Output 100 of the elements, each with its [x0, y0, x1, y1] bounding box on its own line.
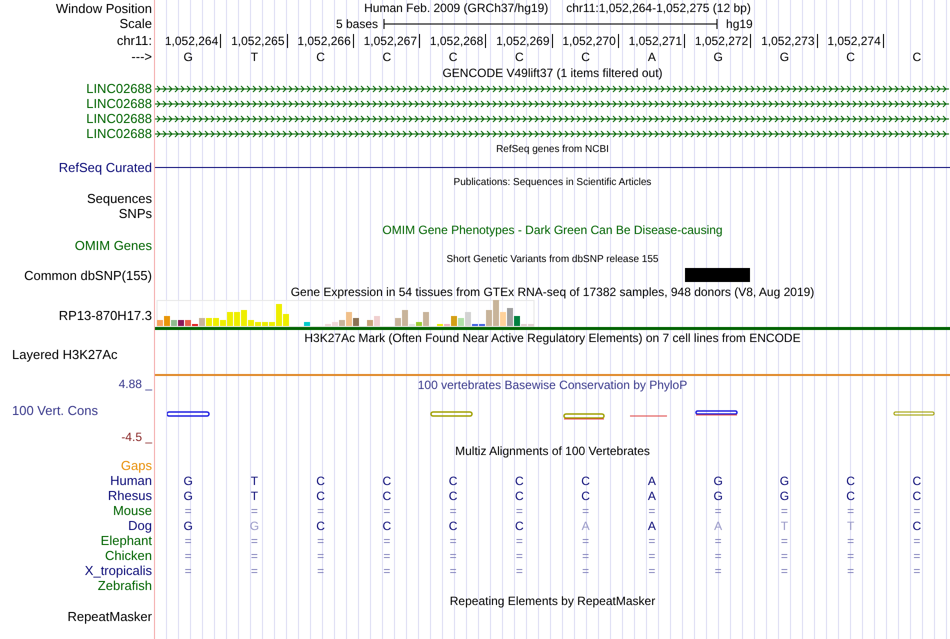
base-letter: C	[515, 518, 524, 532]
base-letter: C	[846, 50, 855, 64]
base-letter: G	[183, 50, 193, 64]
base-letter: =	[913, 504, 920, 518]
track-title: Publications: Sequences in Scientific Articles	[454, 176, 652, 190]
track-title: H3K27Ac Mark (Often Found Near Active Regulatory Elements) on 7 cell lines from ENCODE	[304, 331, 801, 345]
base-letter: T	[780, 518, 788, 532]
base-letter: =	[516, 534, 523, 548]
base-letter: =	[582, 504, 590, 518]
position-label: 1,052,272	[694, 34, 752, 48]
position-label: 1,052,264	[164, 34, 222, 48]
base-letter: =	[516, 504, 523, 518]
track-label[interactable]: Chicken	[105, 548, 152, 563]
track-label[interactable]: RP13-870H17.3	[58, 308, 152, 322]
base-letter: C	[448, 518, 458, 532]
position-range: chr11:1,052,264-1,052,275 (12 bp)	[566, 1, 751, 15]
track-label[interactable]: LINC02688	[86, 111, 152, 126]
base-letter: =	[383, 548, 390, 562]
track-label[interactable]: Sequences	[86, 191, 152, 206]
base-letter: =	[250, 548, 258, 562]
track-label[interactable]: Mouse	[112, 503, 152, 518]
track-label[interactable]: Zebrafish	[98, 578, 152, 593]
position-label: 1,052,274	[827, 34, 884, 48]
base-letter: G	[183, 518, 193, 532]
base-letter: A	[648, 474, 656, 488]
track-label[interactable]: Dog	[128, 518, 152, 533]
base-letter: =	[582, 534, 590, 548]
track-title: GENCODE V49lift37 (1 items filtered out)	[442, 66, 663, 80]
base-letter: A	[648, 518, 656, 532]
track-label[interactable]: LINC02688	[86, 81, 152, 96]
base-letter: =	[317, 548, 324, 562]
base-letter: =	[516, 548, 523, 562]
base-letter: =	[714, 548, 722, 562]
track-label[interactable]: chr11:	[116, 32, 152, 48]
position-label: 1,052,270	[562, 34, 619, 48]
base-letter: G	[780, 474, 790, 488]
track-label[interactable]: Layered H3K27Ac	[12, 347, 118, 362]
position-label: 1,052,269	[496, 34, 552, 48]
track-label[interactable]: OMIM Genes	[74, 238, 152, 252]
track-label[interactable]: LINC02688	[86, 96, 152, 111]
base-letter: =	[913, 564, 920, 578]
track-label[interactable]: RepeatMasker	[67, 609, 152, 624]
track-label[interactable]: Scale	[119, 16, 152, 31]
track-label[interactable]: LINC02688	[86, 126, 152, 141]
base-letter: T	[846, 518, 854, 532]
base-letter: =	[714, 504, 722, 518]
base-letter: =	[780, 504, 788, 518]
base-letter: =	[582, 548, 590, 562]
base-letter: C	[846, 488, 855, 502]
base-letter: C	[912, 50, 922, 64]
base-letter: =	[383, 534, 390, 548]
track-label[interactable]: Common dbSNP(155)	[24, 268, 152, 283]
base-letter: C	[515, 50, 524, 64]
track-label[interactable]: --->	[131, 49, 152, 64]
base-letter: =	[317, 504, 324, 518]
base-letter: C	[382, 474, 392, 488]
track-label[interactable]: Rhesus	[108, 488, 152, 503]
base-letter: =	[450, 564, 457, 578]
base-letter: =	[317, 564, 324, 578]
track-label[interactable]: Elephant	[100, 533, 152, 548]
base-letter: =	[648, 548, 656, 562]
track-label[interactable]: X_tropicalis	[84, 563, 152, 578]
base-letter: =	[450, 504, 457, 518]
base-letter: =	[913, 548, 920, 562]
base-letter: C	[382, 518, 392, 532]
position-label: 1,052,268	[430, 34, 486, 48]
axis-min-label: -4.5 _	[121, 430, 152, 444]
track-title: Short Genetic Variants from dbSNP release 155	[446, 253, 658, 267]
base-letter: C	[382, 50, 392, 64]
track-label[interactable]: 100 Vert. Cons	[0, 403, 98, 418]
variant-block	[685, 268, 750, 282]
base-letter: =	[847, 564, 854, 578]
base-letter: C	[316, 474, 325, 488]
base-letter: G	[183, 488, 193, 502]
base-letter: =	[184, 548, 192, 562]
track-label[interactable]: SNPs	[118, 206, 152, 221]
base-letter: =	[250, 564, 258, 578]
assembly-text: Human Feb. 2009 (GRCh37/hg19)	[364, 1, 548, 15]
track-label[interactable]: RefSeq Curated	[58, 160, 152, 174]
base-letter: =	[250, 534, 258, 548]
base-letter: =	[450, 548, 457, 562]
base-letter: C	[912, 518, 922, 532]
base-letter: A	[648, 488, 656, 502]
base-letter: G	[713, 50, 723, 64]
base-letter: C	[382, 488, 392, 502]
base-letter: =	[383, 564, 390, 578]
base-letter: C	[581, 474, 590, 488]
base-letter: C	[448, 488, 458, 502]
base-letter: =	[582, 564, 590, 578]
scale-label: 5 bases	[336, 16, 378, 30]
base-letter: C	[448, 50, 458, 64]
base-letter: C	[846, 474, 855, 488]
base-letter: C	[316, 50, 325, 64]
base-letter: A	[582, 518, 590, 532]
assembly-label: hg19	[726, 16, 753, 30]
base-letter: G	[183, 474, 193, 488]
base-letter: =	[184, 564, 192, 578]
track-label[interactable]: Human	[110, 473, 152, 488]
base-letter: =	[250, 504, 258, 518]
track-label[interactable]: Window Position	[56, 0, 152, 16]
